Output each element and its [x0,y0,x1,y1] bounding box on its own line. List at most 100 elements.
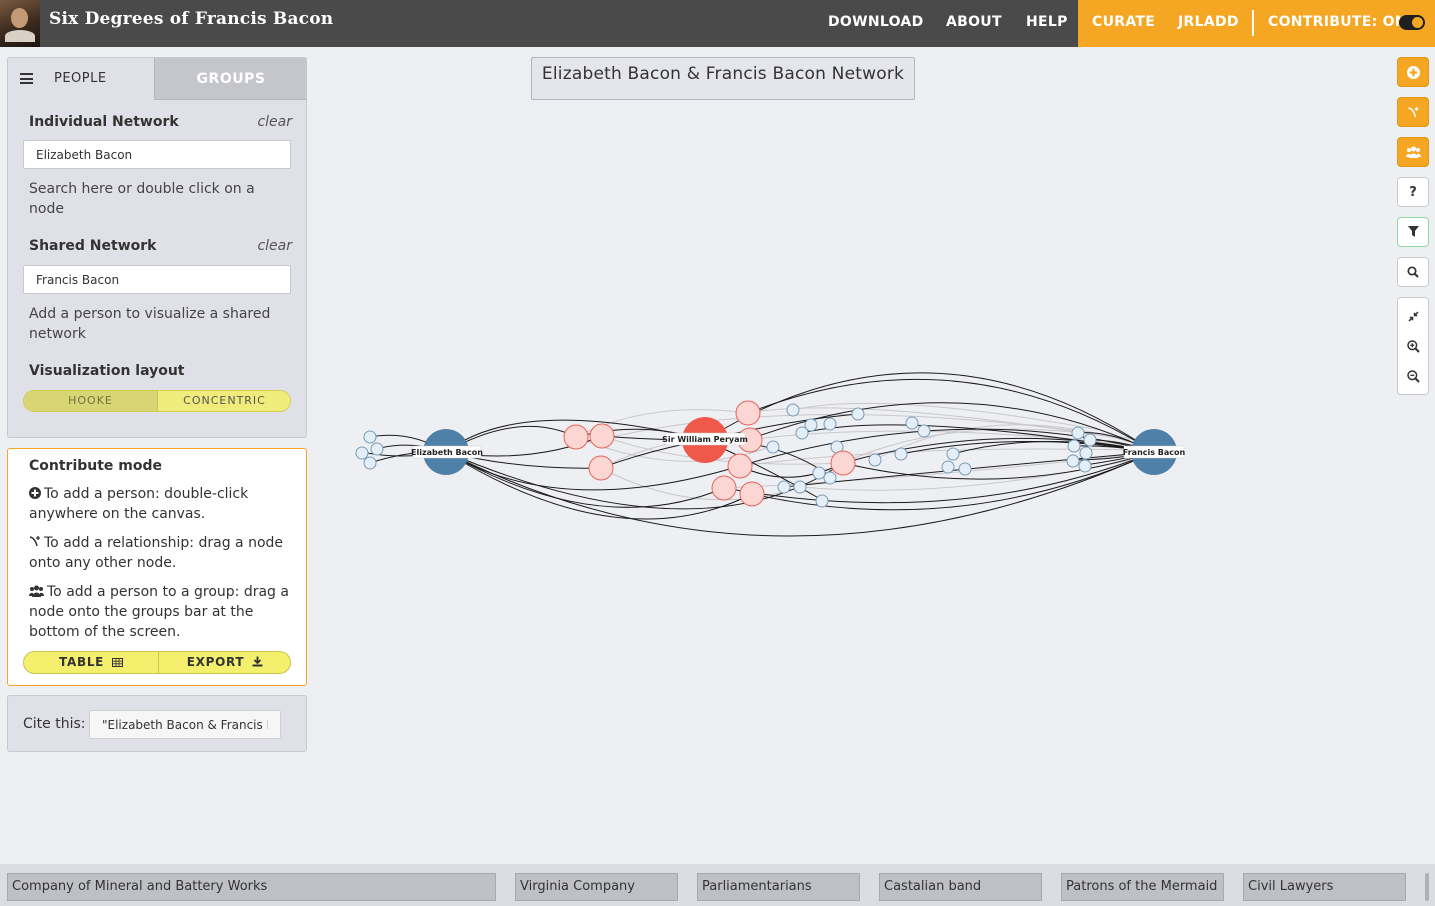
zoom-in-button[interactable] [1398,332,1428,360]
nav-about[interactable]: ABOUT [946,14,1002,30]
graph-node[interactable] [830,450,856,476]
network-title: Elizabeth Bacon & Francis Bacon Network [531,57,915,100]
clear-individual-link[interactable]: clear [257,114,292,130]
graph-node[interactable] [946,447,960,461]
add-person-tool-button[interactable] [1397,57,1429,87]
people-panel: PEOPLE GROUPS Individual Network clear S… [7,57,307,438]
graph-node[interactable] [735,400,761,426]
graph-node[interactable] [1067,439,1081,453]
individual-network-input[interactable] [23,140,291,169]
graph-node[interactable] [894,447,908,461]
contribute-mode-panel: Contribute mode To add a person: double-… [7,448,307,686]
group-tag[interactable]: Castalian band [879,873,1042,901]
zoom-out-icon [1406,369,1420,383]
graph-node[interactable] [1079,446,1093,460]
filter-icon [1407,226,1419,237]
graph-node[interactable] [815,494,829,508]
shared-network-input[interactable] [23,265,291,294]
nav-help[interactable]: HELP [1026,14,1068,30]
graph-node[interactable] [370,442,384,456]
relationship-icon [1407,106,1418,117]
search-icon [1407,266,1419,278]
graph-node[interactable] [766,440,780,454]
site-title[interactable]: Six Degrees of Francis Bacon [49,9,333,29]
groups-scrollbar[interactable] [1425,873,1429,901]
plus-circle-icon [29,487,41,499]
group-tag[interactable]: Civil Lawyers [1243,873,1406,901]
graph-node[interactable] [739,481,765,507]
search-tool-button[interactable] [1397,257,1429,287]
node-label-sir-william-peryam: Sir William Peryam [662,435,748,444]
tab-people[interactable]: PEOPLE [8,58,154,100]
graph-node[interactable] [786,403,800,417]
graph-node[interactable] [823,471,837,485]
contribute-buttons: TABLE EXPORT [23,651,291,674]
graph-node[interactable] [1066,454,1080,468]
nav-user[interactable]: JRLADD [1178,14,1239,30]
nav-download[interactable]: DOWNLOAD [828,14,924,30]
cite-input[interactable] [89,710,281,739]
graph-node[interactable] [355,446,369,460]
filter-tool-button[interactable] [1397,217,1429,247]
tab-groups[interactable]: GROUPS [154,58,307,100]
help-tool-button[interactable]: ? [1397,177,1429,207]
export-button[interactable]: EXPORT [158,652,290,673]
site-logo-portrait[interactable] [0,0,40,47]
nav-curate[interactable]: CURATE [1092,14,1155,30]
graph-node[interactable] [851,407,865,421]
graph-node[interactable] [1071,426,1085,440]
users-icon [28,585,45,597]
cite-panel: Cite this: [7,695,307,752]
table-icon [111,658,123,667]
graph-node[interactable] [868,453,882,467]
top-navbar: Six Degrees of Francis Bacon DOWNLOAD AB… [0,0,1435,47]
graph-node[interactable] [941,460,955,474]
graph-node[interactable] [711,475,737,501]
graph-node[interactable] [905,416,919,430]
group-tag[interactable]: Parliamentarians [697,873,860,901]
table-button[interactable]: TABLE [24,652,158,673]
zoom-out-button[interactable] [1398,362,1428,390]
individual-network-label: Individual Network [29,114,179,130]
graph-node[interactable] [958,462,972,476]
graph-node[interactable] [727,453,753,479]
clear-shared-link[interactable]: clear [257,238,292,254]
graph-node[interactable] [795,426,809,440]
layout-concentric-button[interactable]: CONCENTRIC [158,391,290,411]
graph-node[interactable] [777,480,791,494]
graph-node[interactable] [793,480,807,494]
graph-node[interactable] [363,430,377,444]
group-tag[interactable]: Virginia Company [515,873,678,901]
contribute-status[interactable]: CONTRIBUTE: ON [1268,14,1407,30]
menu-icon[interactable] [20,73,33,84]
group-tag[interactable]: Patrons of the Mermaid ... [1061,873,1224,901]
group-tag[interactable]: Company of Mineral and Battery Works [7,873,496,901]
graph-node[interactable] [917,424,931,438]
toggle-knob [1412,17,1423,28]
graph-node[interactable] [363,456,377,470]
tab-people-label: PEOPLE [54,71,107,86]
node-label-francis-bacon: Francis Bacon [1123,448,1186,457]
export-button-label: EXPORT [186,655,245,669]
cite-label: Cite this: [23,716,86,732]
graph-node[interactable] [1083,433,1097,447]
layout-label: Visualization layout [29,363,185,379]
graph-node[interactable] [588,455,614,481]
graph-node[interactable] [589,423,615,449]
graph-node[interactable] [812,466,826,480]
graph-node[interactable] [823,417,837,431]
portrait-face [11,8,28,28]
add-group-text: To add a person to a group: drag a node … [29,584,289,640]
graph-node[interactable] [1078,459,1092,473]
network-graph[interactable]: Elizabeth Bacon Sir William Peryam Franc… [340,360,1220,560]
layout-hooke-button[interactable]: HOOKE [24,391,158,411]
collapse-button[interactable] [1398,302,1428,330]
table-button-label: TABLE [59,655,105,669]
add-relationship-text: To add a relationship: drag a node onto … [29,535,284,571]
portrait-collar [5,30,35,42]
add-relationship-tool-button[interactable] [1397,97,1429,127]
add-person-instruction: To add a person: double-click anywhere o… [29,484,297,524]
add-group-tool-button[interactable] [1397,137,1429,167]
graph-node[interactable] [563,424,589,450]
contribute-toggle[interactable] [1399,15,1425,30]
